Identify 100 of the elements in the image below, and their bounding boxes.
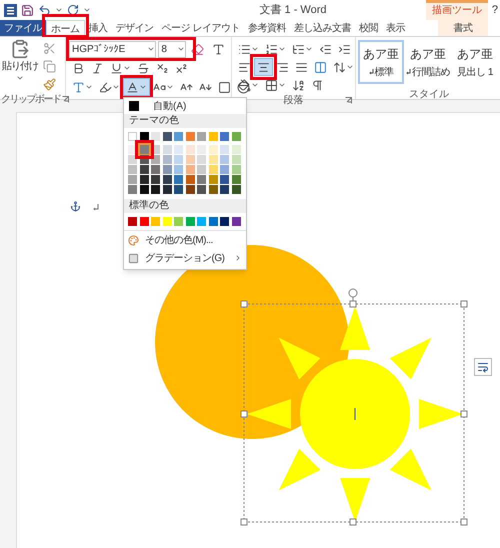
color-swatch[interactable] <box>186 175 194 184</box>
color-swatch[interactable] <box>220 132 229 141</box>
color-swatch[interactable] <box>151 132 160 141</box>
color-swatch[interactable] <box>174 165 183 174</box>
color-swatch[interactable] <box>140 165 148 174</box>
color-swatch[interactable] <box>151 185 160 194</box>
color-swatch[interactable] <box>174 155 183 164</box>
color-swatch[interactable] <box>208 145 218 154</box>
color-swatch[interactable] <box>186 217 194 226</box>
ribbon-tab[interactable]: 差し込み文書 <box>290 20 355 36</box>
color-swatch[interactable] <box>162 185 172 194</box>
undo-icon[interactable] <box>38 4 51 16</box>
color-swatch[interactable] <box>208 165 218 174</box>
ribbon-tab[interactable]: ページ レイアウト <box>158 20 244 36</box>
color-swatch[interactable] <box>162 145 172 154</box>
style-gallery-item[interactable]: あア亜 行間詰め <box>405 40 451 84</box>
color-swatch[interactable] <box>232 175 240 184</box>
color-swatch[interactable] <box>174 217 183 226</box>
color-swatch[interactable] <box>220 217 229 226</box>
ribbon-tab[interactable]: 参考資料 <box>244 20 290 36</box>
color-swatch[interactable] <box>174 175 183 184</box>
style-gallery-item[interactable]: あア亜 見出し 1 <box>452 40 498 84</box>
dialog-launcher-icon[interactable] <box>62 96 68 102</box>
color-swatch[interactable] <box>174 185 183 194</box>
color-swatch[interactable] <box>186 155 194 164</box>
color-swatch[interactable] <box>186 145 194 154</box>
app-icon[interactable] <box>4 4 17 16</box>
color-swatch[interactable] <box>220 155 229 164</box>
font-name-field[interactable]: HGPｺﾞｼｯｸE <box>69 40 156 58</box>
ribbon-tab[interactable]: 表示 <box>382 20 409 36</box>
ribbon-tab[interactable]: ファイル <box>0 20 46 36</box>
color-swatch[interactable] <box>220 165 229 174</box>
group-label: 段落 <box>284 94 304 108</box>
layout-options-button[interactable] <box>474 358 492 376</box>
color-swatch[interactable] <box>186 185 194 194</box>
gradient-item[interactable]: グラデーション(G) <box>124 249 246 267</box>
color-swatch[interactable] <box>162 175 172 184</box>
font-color-button[interactable] <box>123 78 150 96</box>
color-swatch[interactable] <box>128 155 137 164</box>
color-swatch[interactable] <box>128 165 137 174</box>
color-swatch[interactable] <box>208 175 218 184</box>
color-swatch[interactable] <box>162 132 172 141</box>
color-swatch[interactable] <box>197 155 206 164</box>
color-swatch[interactable] <box>197 185 206 194</box>
style-name: 行間詰め <box>412 66 450 80</box>
color-swatch[interactable] <box>232 155 240 164</box>
clear-formatting-icon <box>191 42 204 56</box>
color-swatch[interactable] <box>220 175 229 184</box>
color-swatch[interactable] <box>128 185 137 194</box>
color-swatch[interactable] <box>232 165 240 174</box>
color-swatch[interactable] <box>128 132 137 141</box>
color-swatch[interactable] <box>208 155 218 164</box>
color-swatch[interactable] <box>232 145 240 154</box>
ribbon-tab[interactable]: 書式 <box>438 20 488 36</box>
caret-icon <box>278 45 286 53</box>
font-size-field[interactable]: 8 <box>158 40 186 58</box>
save-icon[interactable] <box>21 4 34 16</box>
color-swatch[interactable] <box>128 217 137 226</box>
dialog-launcher-icon[interactable] <box>345 96 352 104</box>
color-swatch[interactable] <box>162 155 172 164</box>
color-swatch[interactable] <box>128 175 137 184</box>
color-swatch[interactable] <box>232 217 240 226</box>
align-button[interactable] <box>254 58 273 76</box>
color-swatch[interactable] <box>232 185 240 194</box>
color-swatch[interactable] <box>174 145 183 154</box>
color-swatch[interactable] <box>140 175 148 184</box>
color-swatch[interactable] <box>140 217 148 226</box>
color-swatch[interactable] <box>220 145 229 154</box>
color-swatch[interactable] <box>162 217 172 226</box>
color-swatch[interactable] <box>197 217 206 226</box>
color-swatch[interactable] <box>151 217 160 226</box>
color-swatch[interactable] <box>151 175 160 184</box>
color-swatch[interactable] <box>186 165 194 174</box>
color-swatch[interactable] <box>220 185 229 194</box>
more-colors-item[interactable]: その他の色(M)... <box>124 231 246 249</box>
color-swatch[interactable] <box>151 165 160 174</box>
ribbon-tab[interactable]: デザイン <box>112 20 158 36</box>
color-swatch[interactable] <box>208 217 218 226</box>
ribbon-tab[interactable]: 校閲 <box>354 20 382 36</box>
redo-icon[interactable] <box>67 4 79 16</box>
color-swatch[interactable] <box>208 185 218 194</box>
color-swatch[interactable] <box>140 185 148 194</box>
color-swatch[interactable] <box>174 132 183 141</box>
ribbon-tab[interactable]: 挿入 <box>84 20 112 36</box>
paste-button[interactable]: 貼り付け <box>0 39 40 93</box>
caret-icon[interactable] <box>55 6 63 14</box>
color-swatch[interactable] <box>208 132 218 141</box>
color-swatch[interactable] <box>197 175 206 184</box>
color-swatch[interactable] <box>186 132 194 141</box>
color-swatch[interactable] <box>232 132 240 141</box>
style-gallery-item[interactable]: あア亜 標準 <box>358 40 404 84</box>
help-button[interactable]: ? <box>488 2 500 18</box>
customize-caret-icon[interactable] <box>83 6 91 14</box>
color-swatch[interactable] <box>140 145 148 154</box>
automatic-color-item[interactable]: 自動(A) <box>124 98 246 114</box>
color-swatch[interactable] <box>197 145 206 154</box>
clipboard-icon <box>10 39 30 59</box>
color-swatch[interactable] <box>197 132 206 141</box>
color-swatch[interactable] <box>162 165 172 174</box>
color-swatch[interactable] <box>197 165 206 174</box>
